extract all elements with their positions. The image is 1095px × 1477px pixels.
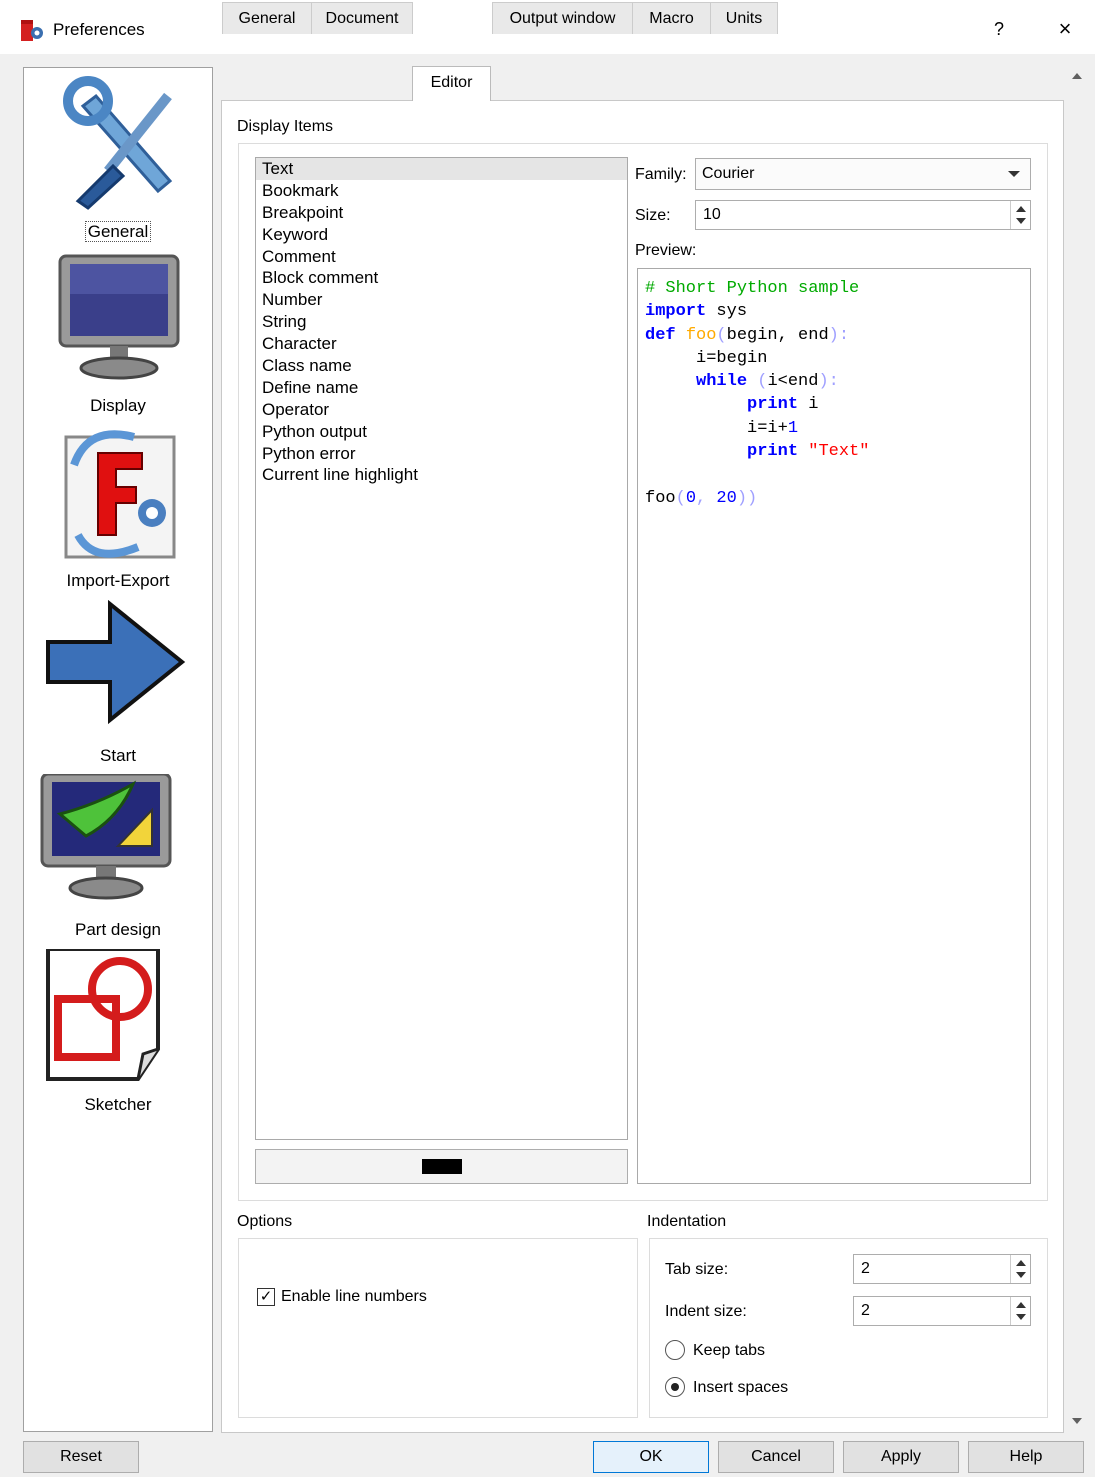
category-label: General (84, 221, 152, 242)
category-sketcher[interactable]: Sketcher (24, 949, 212, 1119)
indent-size-spinbox[interactable]: 2 (853, 1296, 1031, 1326)
list-item[interactable]: Number (256, 289, 627, 311)
spin-up-icon[interactable] (1016, 1260, 1026, 1266)
category-label: Sketcher (84, 1095, 152, 1114)
list-item[interactable]: Current line highlight (256, 464, 627, 486)
reset-button[interactable]: Reset (23, 1441, 139, 1473)
spin-up-icon[interactable] (1016, 206, 1026, 212)
list-item[interactable]: Python error (256, 443, 627, 465)
list-item[interactable]: Bookmark (256, 180, 627, 202)
ok-button[interactable]: OK (593, 1441, 709, 1473)
list-item[interactable]: Python output (256, 421, 627, 443)
arrow-right-icon (46, 600, 186, 725)
item-color-button[interactable] (255, 1149, 628, 1184)
category-label: Part design (75, 920, 161, 939)
indent-size-label: Indent size: (665, 1303, 747, 1320)
category-label: Start (100, 746, 136, 765)
code-line: import sys (645, 302, 748, 322)
monitor-icon (58, 254, 180, 380)
scroll-up-icon[interactable] (1072, 73, 1082, 79)
vertical-scrollbar[interactable] (1066, 67, 1088, 1432)
size-label: Size: (635, 207, 671, 224)
list-item[interactable]: Keyword (256, 224, 627, 246)
tab-units[interactable]: Units (710, 2, 778, 34)
category-list: General Display Import-Export Start Part… (23, 67, 213, 1432)
list-item[interactable]: Breakpoint (256, 202, 627, 224)
code-line: foo(0, 20)) (645, 488, 758, 508)
code-line: print "Text" (747, 442, 870, 462)
chevron-down-icon (1008, 171, 1020, 177)
tab-size-spinbox[interactable]: 2 (853, 1254, 1031, 1284)
enable-line-numbers-label: Enable line numbers (281, 1288, 427, 1305)
display-items-list[interactable]: Text Bookmark Breakpoint Keyword Comment… (255, 157, 628, 1140)
spin-down-icon[interactable] (1016, 218, 1026, 224)
code-line: print i (747, 395, 819, 415)
font-family-select[interactable]: Courier (695, 158, 1031, 190)
category-general[interactable]: General (24, 76, 212, 246)
options-label: Options (237, 1213, 293, 1230)
font-size-value: 10 (703, 206, 721, 223)
general-tools-icon (63, 76, 173, 210)
code-line: i=begin (696, 348, 768, 368)
category-label: Import-Export (66, 571, 170, 590)
list-item[interactable]: Class name (256, 355, 627, 377)
cancel-button[interactable]: Cancel (718, 1441, 834, 1473)
code-line: # Short Python sample (645, 279, 860, 298)
keep-tabs-radio[interactable] (665, 1340, 685, 1360)
list-item[interactable]: Block comment (256, 267, 627, 289)
list-item[interactable]: String (256, 311, 627, 333)
options-group (238, 1238, 638, 1418)
keep-tabs-label: Keep tabs (693, 1342, 766, 1359)
code-line: i=i+1 (747, 418, 799, 438)
apply-button[interactable]: Apply (843, 1441, 959, 1473)
indentation-label: Indentation (647, 1213, 727, 1230)
tab-size-label: Tab size: (665, 1261, 729, 1278)
help-button[interactable]: Help (968, 1441, 1084, 1473)
spin-up-icon[interactable] (1016, 1302, 1026, 1308)
display-items-label: Display Items (237, 118, 334, 135)
code-line: while (i<end): (696, 372, 839, 392)
list-item[interactable]: Text (256, 158, 627, 180)
window-title: Preferences (53, 20, 145, 39)
tab-document[interactable]: Document (311, 2, 413, 34)
sketcher-icon (46, 949, 160, 1081)
list-item[interactable]: Character (256, 333, 627, 355)
spin-down-icon[interactable] (1016, 1314, 1026, 1320)
indent-size-value: 2 (861, 1302, 870, 1319)
font-family-value: Courier (702, 165, 755, 182)
color-swatch (422, 1159, 462, 1174)
code-preview: # Short Python sample import sys def foo… (637, 268, 1031, 1184)
tab-output-window[interactable]: Output window (492, 2, 633, 34)
category-start[interactable]: Start (24, 600, 212, 770)
tab-macro[interactable]: Macro (632, 2, 711, 34)
list-item[interactable]: Define name (256, 377, 627, 399)
category-label: Display (90, 396, 146, 415)
insert-spaces-label: Insert spaces (693, 1379, 789, 1396)
preview-label: Preview: (635, 242, 697, 259)
insert-spaces-radio[interactable] (665, 1377, 685, 1397)
tab-general[interactable]: General (222, 2, 312, 34)
family-label: Family: (635, 166, 687, 183)
tab-size-value: 2 (861, 1260, 870, 1277)
font-size-spinbox[interactable]: 10 (695, 200, 1031, 230)
category-display[interactable]: Display (24, 250, 212, 420)
code-line: def foo(begin, end): (645, 325, 850, 345)
freecad-logo-icon (21, 20, 43, 41)
scroll-down-icon[interactable] (1072, 1418, 1082, 1424)
enable-line-numbers-checkbox[interactable]: ✓ (257, 1288, 275, 1306)
category-part-design[interactable]: Part design (24, 774, 212, 944)
radio-selected-dot (671, 1383, 679, 1391)
context-help-button[interactable]: ? (984, 14, 1014, 44)
category-import-export[interactable]: Import-Export (24, 425, 212, 595)
list-item[interactable]: Comment (256, 246, 627, 268)
tab-editor[interactable]: Editor (412, 66, 491, 101)
list-item[interactable]: Operator (256, 399, 627, 421)
import-export-icon (64, 430, 176, 559)
close-button[interactable]: × (1050, 14, 1080, 44)
spin-down-icon[interactable] (1016, 1272, 1026, 1278)
part-design-icon (40, 774, 172, 900)
